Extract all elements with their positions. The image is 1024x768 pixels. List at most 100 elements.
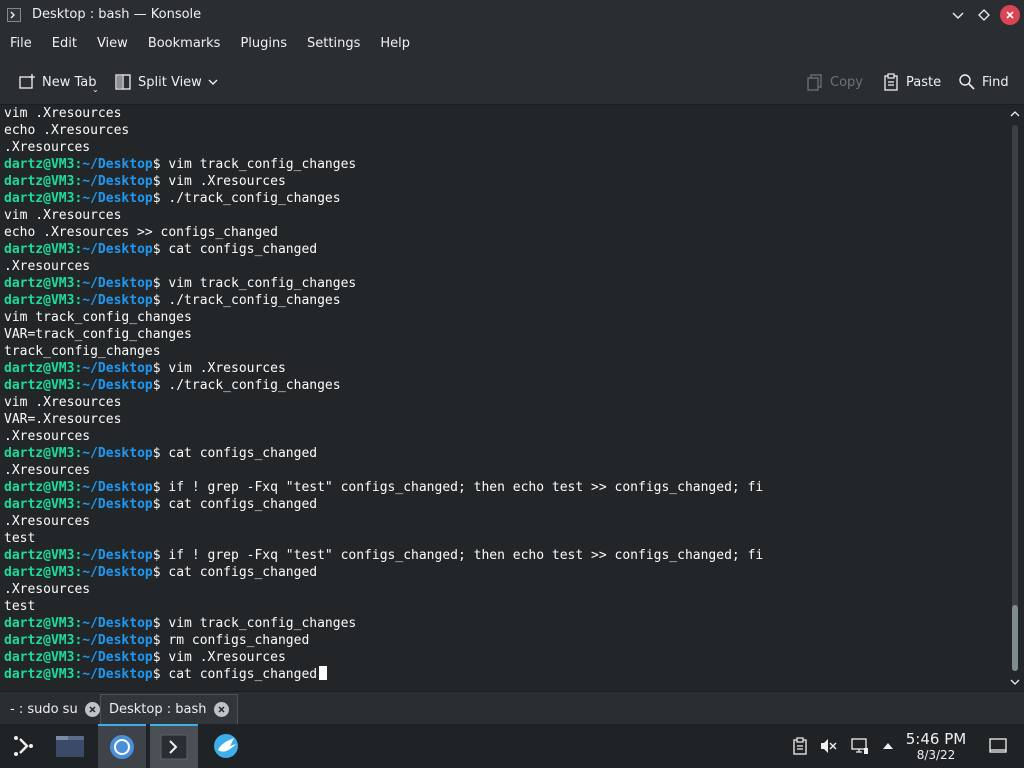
network-tray-icon[interactable] — [850, 736, 870, 756]
terminal-view[interactable]: vim .Xresources echo .Xresources .Xresourc… — [0, 105, 1006, 691]
menu-bookmarks[interactable]: Bookmarks — [138, 29, 231, 59]
scroll-thumb[interactable] — [1012, 605, 1018, 671]
minimize-button[interactable] — [946, 3, 970, 27]
clock-date: 8/3/22 — [916, 748, 956, 762]
command-text: ./track_config_changes — [168, 191, 341, 206]
menu-help[interactable]: Help — [370, 29, 420, 59]
command-text: ./track_config_changes — [168, 378, 341, 393]
output-text: track_config_changes — [4, 344, 161, 359]
command-text: vim track_config_changes — [168, 276, 357, 291]
output-text: test — [4, 599, 36, 614]
command-text: rm configs_changed — [168, 633, 310, 648]
show-desktop-button[interactable] — [988, 736, 1008, 756]
application-launcher[interactable] — [0, 724, 48, 768]
prompt-user: dartz@VM3 — [4, 293, 75, 308]
digital-clock[interactable]: 5:46 PM 8/3/22 — [900, 730, 972, 762]
command-text: ./track_config_changes — [168, 293, 341, 308]
split-view-dropdown[interactable] — [203, 65, 223, 99]
prompt-path: ~/Desktop — [82, 480, 153, 495]
taskbar: 5:46 PM 8/3/22 — [0, 724, 1024, 768]
prompt-user: dartz@VM3 — [4, 157, 75, 172]
terminal-command-line: dartz@VM3:~/Desktop$ cat configs_changed — [4, 564, 763, 581]
paste-button[interactable]: Paste — [876, 65, 947, 99]
session-tab-bar: - : sudo su Desktop : bash — [0, 691, 1024, 724]
new-tab-menu-indicator-icon: ⌄ — [92, 85, 99, 94]
new-tab-label: New Tab — [42, 74, 97, 90]
menu-edit[interactable]: Edit — [42, 29, 87, 59]
output-text: .Xresources — [4, 259, 91, 274]
tab-sudo-su[interactable]: - : sudo su — [2, 696, 108, 722]
terminal-output-line: VAR=.Xresources — [4, 411, 763, 428]
command-text: cat configs_changed — [168, 242, 318, 257]
terminal-output-line: vim .Xresources — [4, 394, 763, 411]
terminal-command-line: dartz@VM3:~/Desktop$ vim track_config_ch… — [4, 275, 763, 292]
scroll-up-button[interactable] — [1006, 107, 1024, 121]
command-text: cat configs_changed — [168, 446, 318, 461]
output-text: echo .Xresources — [4, 123, 130, 138]
prompt-user: dartz@VM3 — [4, 276, 75, 291]
command-text: if ! grep -Fxq "test" configs_changed; t… — [168, 548, 764, 563]
taskbar-chromium[interactable] — [98, 724, 146, 768]
close-button[interactable] — [1000, 4, 1020, 25]
clipboard-tray-icon[interactable] — [790, 736, 810, 756]
terminal-command-line: dartz@VM3:~/Desktop$ if ! grep -Fxq "tes… — [4, 479, 763, 496]
prompt-path: ~/Desktop — [82, 548, 153, 563]
terminal-output-line: echo .Xresources >> configs_changed — [4, 224, 763, 241]
prompt-symbol: $ — [152, 191, 169, 206]
taskbar-file-manager[interactable] — [46, 724, 94, 768]
prompt-symbol: $ — [152, 446, 169, 461]
terminal-scrollbar[interactable] — [1006, 105, 1024, 691]
output-text: .Xresources — [4, 514, 91, 529]
close-tab-button[interactable] — [84, 701, 100, 717]
new-tab-button[interactable]: New Tab ⌄ — [12, 65, 103, 99]
file-manager-icon — [56, 736, 84, 757]
terminal-output-line: .Xresources — [4, 258, 763, 275]
prompt-user: dartz@VM3 — [4, 191, 75, 206]
show-desktop-icon — [989, 738, 1007, 753]
terminal-command-line: dartz@VM3:~/Desktop$ rm configs_changed — [4, 632, 763, 649]
prompt-path: ~/Desktop — [82, 616, 153, 631]
menu-plugins[interactable]: Plugins — [230, 29, 297, 59]
prompt-path: ~/Desktop — [82, 650, 153, 665]
window-titlebar[interactable]: Desktop : bash — Konsole — [0, 0, 1024, 29]
expand-tray-button[interactable] — [878, 736, 898, 756]
volume-tray-icon[interactable] — [818, 736, 838, 756]
search-icon — [958, 73, 976, 91]
find-button[interactable]: Find — [952, 65, 1015, 99]
scroll-track[interactable] — [1012, 125, 1018, 671]
chevron-up-icon — [1010, 111, 1020, 117]
menu-file[interactable]: File — [0, 29, 42, 59]
terminal-output-line: track_config_changes — [4, 343, 763, 360]
prompt-symbol: $ — [152, 293, 169, 308]
menu-settings[interactable]: Settings — [297, 29, 370, 59]
command-text: vim .Xresources — [168, 174, 286, 189]
prompt-user: dartz@VM3 — [4, 174, 75, 189]
tab-desktop-bash[interactable]: Desktop : bash — [100, 694, 238, 724]
terminal-output-line: echo .Xresources — [4, 122, 763, 139]
output-text: .Xresources — [4, 140, 91, 155]
close-icon — [217, 706, 225, 713]
close-tab-button[interactable] — [213, 702, 229, 717]
prompt-user: dartz@VM3 — [4, 565, 75, 580]
prompt-user: dartz@VM3 — [4, 378, 75, 393]
prompt-path: ~/Desktop — [82, 174, 153, 189]
prompt-symbol: $ — [152, 667, 169, 682]
prompt-path: ~/Desktop — [82, 378, 153, 393]
prompt-symbol: $ — [152, 378, 169, 393]
copy-button[interactable]: Copy — [800, 65, 869, 99]
prompt-user: dartz@VM3 — [4, 446, 75, 461]
terminal-command-line: dartz@VM3:~/Desktop$ vim track_config_ch… — [4, 615, 763, 632]
taskbar-konsole[interactable] — [150, 724, 198, 768]
command-text: vim .Xresources — [168, 361, 286, 376]
terminal-command-line: dartz@VM3:~/Desktop$ cat configs_changed — [4, 496, 763, 513]
taskbar-web-browser[interactable] — [202, 724, 250, 768]
split-view-button[interactable]: Split View — [108, 65, 208, 99]
menu-view[interactable]: View — [87, 29, 138, 59]
terminal-command-line: dartz@VM3:~/Desktop$ if ! grep -Fxq "tes… — [4, 547, 763, 564]
command-text: vim track_config_changes — [168, 616, 357, 631]
maximize-button[interactable] — [972, 3, 996, 27]
terminal-output-line: vim track_config_changes — [4, 309, 763, 326]
paste-label: Paste — [906, 74, 942, 90]
chevron-down-icon — [1010, 679, 1020, 685]
scroll-down-button[interactable] — [1006, 675, 1024, 689]
